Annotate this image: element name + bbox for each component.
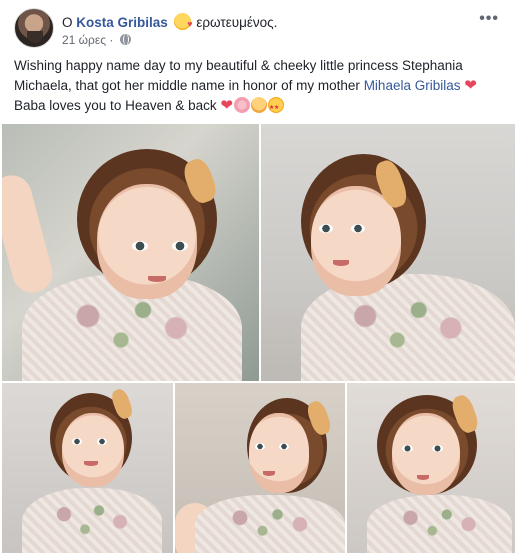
- author-prefix: Ο: [62, 15, 73, 30]
- author-avatar[interactable]: [14, 8, 54, 48]
- mention-link[interactable]: Mihaela Gribilas: [364, 78, 461, 93]
- cherry-blossom-emoji-icon: [233, 97, 250, 113]
- eye-left: [72, 438, 82, 445]
- child-face: [62, 413, 124, 487]
- heart-emoji-icon-2: ❤: [220, 97, 233, 114]
- post-meta: 21 ώρες ·: [62, 33, 131, 47]
- eye-right: [279, 443, 289, 450]
- post-timestamp-link[interactable]: 21 ώρες: [62, 33, 106, 47]
- star-struck-emoji-icon: [267, 97, 284, 118]
- eye-right: [172, 241, 188, 251]
- child-face: [249, 413, 309, 493]
- eye-right: [351, 224, 365, 233]
- facebook-post: Ο Kosta Gribilas ερωτευμένος. 21 ώρες · …: [0, 0, 515, 553]
- eye-right: [432, 445, 443, 452]
- post-header: Ο Kosta Gribilas ερωτευμένος. 21 ώρες · …: [14, 8, 501, 50]
- meta-separator: ·: [109, 33, 114, 47]
- baby-angel-emoji-icon: [250, 97, 267, 113]
- mouth: [148, 276, 166, 282]
- lace-dress: [367, 495, 512, 553]
- eye-right: [97, 438, 107, 445]
- mouth: [84, 461, 98, 466]
- eye-left: [132, 241, 148, 251]
- raised-arm: [2, 170, 57, 298]
- post-photo-3[interactable]: [2, 383, 173, 553]
- in-love-emoji-icon: [173, 13, 193, 33]
- author-name-link[interactable]: Kosta Gribilas: [76, 15, 168, 30]
- post-title-line: Ο Kosta Gribilas ερωτευμένος.: [62, 13, 278, 33]
- child-face: [392, 413, 460, 495]
- post-photo-2[interactable]: [261, 124, 515, 381]
- lace-dress: [22, 488, 162, 553]
- ellipsis-icon[interactable]: •••: [479, 10, 499, 28]
- mouth: [417, 475, 429, 480]
- post-text-line2: Baba loves you to Heaven & back: [14, 98, 217, 113]
- feeling-text: ερωτευμένος.: [196, 15, 278, 30]
- post-photo-1[interactable]: [2, 124, 259, 381]
- eye-left: [255, 443, 265, 450]
- heart-emoji-icon: ❤: [464, 77, 477, 94]
- mouth: [333, 260, 349, 266]
- globe-icon[interactable]: [119, 34, 131, 45]
- eye-left: [319, 224, 333, 233]
- post-photo-5[interactable]: [347, 383, 515, 553]
- eye-left: [402, 445, 413, 452]
- post-text: Wishing happy name day to my beautiful &…: [14, 56, 506, 118]
- lace-dress: [195, 495, 345, 553]
- post-photo-4[interactable]: [175, 383, 345, 553]
- mouth: [263, 471, 275, 476]
